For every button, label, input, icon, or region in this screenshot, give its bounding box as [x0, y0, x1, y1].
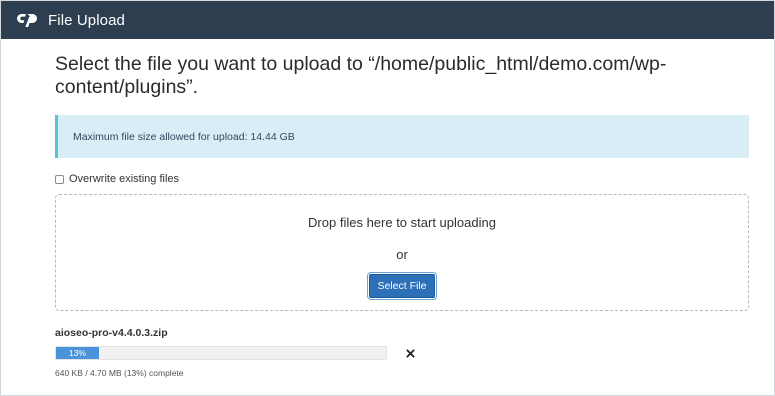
overwrite-checkbox[interactable] [55, 174, 64, 184]
cpanel-logo-icon [17, 12, 41, 28]
close-icon[interactable] [404, 347, 416, 359]
progress-bar-fill: 13% [56, 347, 99, 359]
file-upload-window: File Upload Select the file you want to … [0, 0, 775, 396]
upload-filename: aioseo-pro-v4.4.0.3.zip [55, 327, 168, 339]
title-bar: File Upload [1, 1, 774, 39]
max-size-text: Maximum file size allowed for upload: 14… [73, 130, 295, 143]
progress-bar: 13% [55, 346, 387, 360]
upload-item: aioseo-pro-v4.4.0.3.zip 13% 640 KB / 4.7… [55, 327, 748, 378]
overwrite-option[interactable]: Overwrite existing files [55, 173, 748, 185]
or-separator: or [396, 247, 408, 262]
drop-prompt: Drop files here to start uploading [308, 215, 496, 230]
upload-progress-row: 13% [55, 346, 748, 360]
max-size-notice: Maximum file size allowed for upload: 14… [55, 115, 749, 158]
overwrite-label: Overwrite existing files [69, 173, 180, 185]
page-title: Select the file you want to upload to “/… [55, 53, 667, 98]
progress-percent-label: 13% [68, 348, 86, 358]
window-title: File Upload [48, 11, 125, 29]
select-file-button[interactable]: Select File [367, 272, 437, 300]
main-content: Select the file you want to upload to “/… [1, 53, 774, 378]
upload-status: 640 KB / 4.70 MB (13%) complete [55, 368, 184, 378]
drop-zone[interactable]: Drop files here to start uploading or Se… [55, 194, 749, 311]
